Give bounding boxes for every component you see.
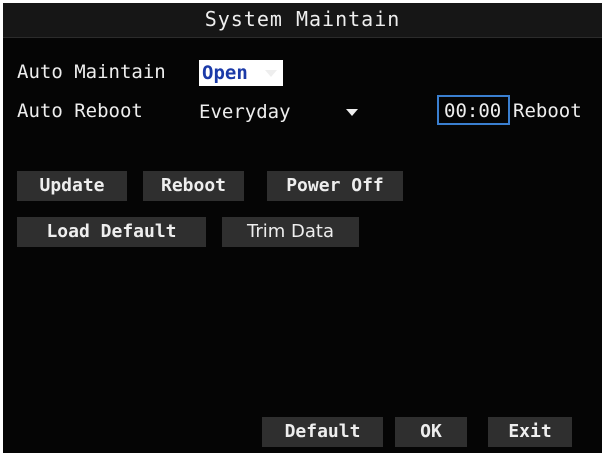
default-button[interactable]: Default (262, 417, 383, 447)
update-button[interactable]: Update (17, 171, 127, 201)
trim-data-button[interactable]: Trim Data (222, 217, 359, 247)
chevron-down-icon (265, 70, 277, 77)
reboot-time-value: 00:00 (444, 100, 502, 122)
reboot-time-field[interactable]: 00:00 (437, 95, 510, 125)
chevron-down-icon (346, 109, 358, 116)
window-title: System Maintain (204, 7, 401, 31)
auto-reboot-value: Everyday (199, 101, 291, 123)
reboot-button[interactable]: Reboot (143, 171, 244, 201)
auto-maintain-value: Open (202, 62, 248, 84)
ok-button[interactable]: OK (395, 417, 467, 447)
power-off-button[interactable]: Power Off (267, 171, 403, 201)
auto-maintain-select[interactable]: Open (199, 60, 283, 86)
auto-reboot-label: Auto Reboot (17, 100, 143, 122)
system-maintain-screen: System Maintain Auto Maintain Open Auto … (3, 3, 602, 453)
load-default-button[interactable]: Load Default (17, 217, 206, 247)
title-bar: System Maintain (3, 3, 602, 38)
exit-button[interactable]: Exit (488, 417, 572, 447)
reboot-time-suffix: Reboot (513, 100, 582, 122)
auto-reboot-select[interactable]: Everyday (196, 99, 366, 125)
auto-maintain-label: Auto Maintain (17, 61, 166, 83)
